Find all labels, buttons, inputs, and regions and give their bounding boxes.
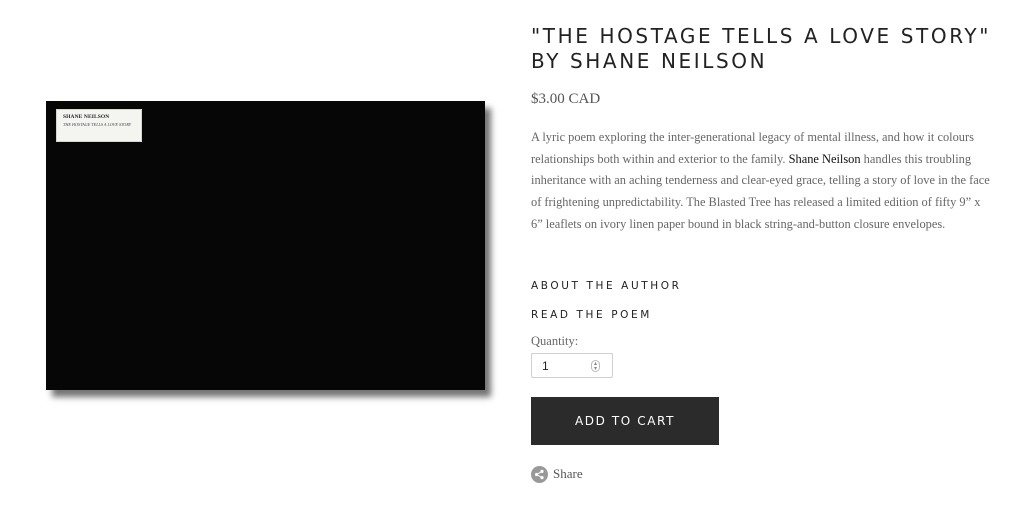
product-price: $3.00 CAD [531,91,601,107]
about-author-link[interactable]: ABOUT THE AUTHOR [531,280,682,292]
share-icon [531,465,548,483]
add-to-cart-button[interactable]: ADD TO CART [531,397,719,445]
read-poem-link[interactable]: READ THE POEM [531,309,652,321]
stepper-arrows-icon[interactable]: ▴ ▾ [591,360,600,372]
quantity-input[interactable] [542,358,590,374]
quantity-stepper[interactable]: ▴▾ [531,353,613,378]
author-link[interactable]: Shane Neilson [789,152,861,166]
product-title: "THE HOSTAGE TELLS A LOVE STORY" BY SHAN… [531,24,992,73]
envelope-label: SHANE NEILSON THE HOSTAGE TELLS A LOVE S… [56,109,142,142]
product-image[interactable]: SHANE NEILSON THE HOSTAGE TELLS A LOVE S… [46,101,485,390]
envelope-label-title: THE HOSTAGE TELLS A LOVE STORY [63,121,132,127]
share-label: Share [553,466,583,481]
envelope-label-author: SHANE NEILSON [63,114,110,120]
product-description: A lyric poem exploring the inter-generat… [531,127,991,236]
share-button[interactable]: Share [531,465,583,483]
quantity-label: Quantity: [531,334,579,348]
